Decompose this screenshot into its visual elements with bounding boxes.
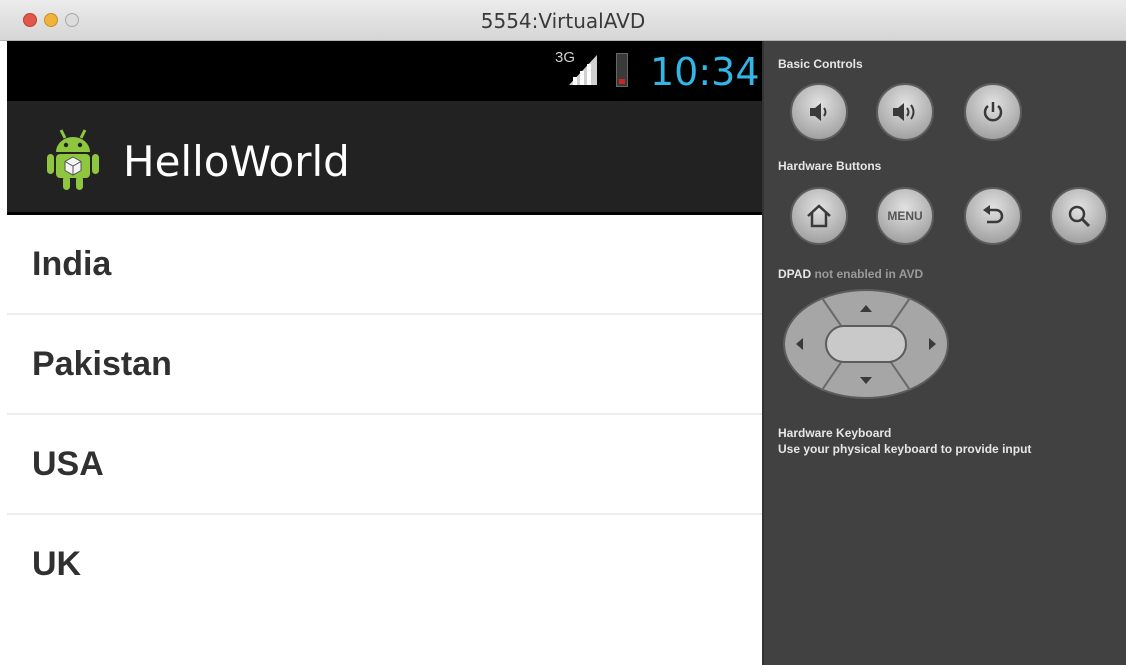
action-bar: HelloWorld: [7, 101, 762, 215]
search-icon: [1068, 205, 1091, 228]
home-icon: [807, 204, 831, 228]
list-item[interactable]: UK: [7, 515, 762, 615]
list-item-label: UK: [32, 545, 82, 583]
power-button[interactable]: [964, 83, 1022, 141]
menu-button-label: MENU: [887, 209, 923, 223]
list-item[interactable]: USA: [7, 415, 762, 515]
emulator-control-panel: Basic Controls Hardware Buttons MENU DPA…: [762, 41, 1126, 665]
signal-icon: [569, 55, 597, 85]
menu-button[interactable]: MENU: [876, 187, 934, 245]
dpad-label: DPAD not enabled in AVD: [778, 267, 923, 281]
android-robot-icon[interactable]: [43, 126, 103, 192]
battery-icon: [616, 53, 628, 87]
hardware-buttons-label: Hardware Buttons: [778, 159, 882, 173]
list-item-label: Pakistan: [32, 345, 172, 383]
search-button[interactable]: [1050, 187, 1108, 245]
status-bar: 3G 10:34: [7, 41, 762, 101]
keyboard-description: Use your physical keyboard to provide in…: [778, 442, 1032, 456]
dpad-label-note: not enabled in AVD: [814, 267, 924, 281]
list-item-label: USA: [32, 445, 104, 483]
volume-down-icon: [810, 103, 827, 121]
dpad-control[interactable]: [782, 288, 950, 400]
list-item-label: India: [32, 245, 112, 283]
dpad-label-title: DPAD: [778, 267, 812, 281]
back-icon: [983, 205, 1004, 224]
window-title: 5554:VirtualAVD: [480, 9, 646, 33]
app-title: HelloWorld: [123, 137, 350, 186]
window-title-bar: 5554:VirtualAVD: [0, 0, 1126, 41]
volume-down-button[interactable]: [790, 83, 848, 141]
keyboard-info: Hardware Keyboard Use your physical keyb…: [778, 425, 1031, 457]
list-item[interactable]: India: [7, 215, 762, 315]
home-button[interactable]: [790, 187, 848, 245]
status-time: 10:34: [650, 50, 760, 94]
volume-up-button[interactable]: [876, 83, 934, 141]
list-item[interactable]: Pakistan: [7, 315, 762, 415]
basic-controls-label: Basic Controls: [778, 57, 863, 71]
battery-level: [619, 79, 625, 84]
volume-up-icon: [893, 103, 915, 121]
country-list: India Pakistan USA UK: [7, 215, 762, 615]
back-button[interactable]: [964, 187, 1022, 245]
power-icon: [983, 102, 1003, 122]
keyboard-title: Hardware Keyboard: [778, 426, 892, 440]
emulator-screen[interactable]: 3G 10:34 HelloWorld India Pakistan USA U…: [7, 41, 762, 665]
